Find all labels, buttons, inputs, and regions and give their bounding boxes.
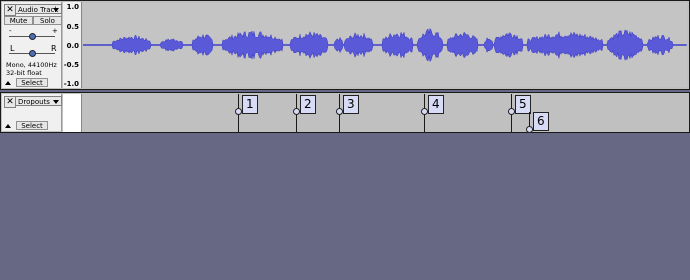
label-handle[interactable] bbox=[235, 108, 242, 115]
gain-minus-label: - bbox=[9, 27, 12, 35]
label-handle[interactable] bbox=[336, 108, 343, 115]
label-text-box[interactable]: 2 bbox=[300, 95, 316, 114]
waveform-area[interactable] bbox=[82, 3, 687, 87]
chevron-down-icon bbox=[53, 8, 59, 12]
label-text-box[interactable]: 6 bbox=[533, 112, 549, 131]
gain-slider-thumb[interactable] bbox=[29, 33, 36, 40]
track-name-menu-button[interactable]: Audio Track bbox=[15, 4, 62, 14]
label-handle[interactable] bbox=[293, 108, 300, 115]
chevron-down-icon bbox=[53, 100, 59, 104]
label-handle[interactable] bbox=[421, 108, 428, 115]
ruler-label: -1.0 bbox=[63, 80, 79, 88]
track-format-bits: 32-bit float bbox=[6, 69, 42, 77]
ruler-label: 1.0 bbox=[66, 3, 79, 11]
label-area[interactable]: 1 2 3 4 5 6 bbox=[83, 94, 689, 133]
label-handle[interactable] bbox=[526, 126, 533, 133]
label-track: ✕ Dropouts Select 1 2 3 4 5 6 bbox=[0, 92, 690, 133]
mute-button[interactable]: Mute bbox=[4, 16, 33, 25]
collapse-label-track-icon[interactable] bbox=[5, 124, 11, 128]
label-text-box[interactable]: 3 bbox=[343, 95, 359, 114]
gain-plus-label: + bbox=[52, 27, 58, 35]
waveform bbox=[82, 27, 687, 63]
label-track-name-menu-button[interactable]: Dropouts bbox=[15, 96, 62, 106]
audio-track: ✕ Audio Track Mute Solo - + L R Mono, 44… bbox=[0, 0, 690, 90]
ruler-label: 0.0 bbox=[66, 42, 79, 50]
pan-left-label: L bbox=[10, 44, 15, 53]
solo-button[interactable]: Solo bbox=[33, 16, 62, 25]
ruler-label: -0.5 bbox=[63, 61, 79, 69]
select-track-button[interactable]: Select bbox=[16, 78, 48, 87]
collapse-track-icon[interactable] bbox=[5, 81, 11, 85]
label-track-control-panel: ✕ Dropouts Select bbox=[2, 94, 62, 131]
select-label-track-button[interactable]: Select bbox=[16, 121, 48, 130]
label-text-box[interactable]: 4 bbox=[428, 95, 444, 114]
label-text-box[interactable]: 1 bbox=[242, 95, 258, 114]
label-track-name: Dropouts bbox=[18, 98, 50, 106]
label-track-gutter bbox=[63, 94, 82, 132]
audio-track-control-panel: ✕ Audio Track Mute Solo - + L R Mono, 44… bbox=[2, 2, 62, 88]
pan-slider-thumb[interactable] bbox=[29, 50, 36, 57]
close-icon: ✕ bbox=[6, 5, 14, 15]
amplitude-ruler: 1.0 0.5 0.0 -0.5 -1.0 bbox=[63, 2, 82, 88]
label-handle[interactable] bbox=[508, 108, 515, 115]
pan-right-label: R bbox=[51, 44, 57, 53]
close-icon: ✕ bbox=[6, 97, 14, 107]
ruler-label: 0.5 bbox=[66, 23, 79, 31]
